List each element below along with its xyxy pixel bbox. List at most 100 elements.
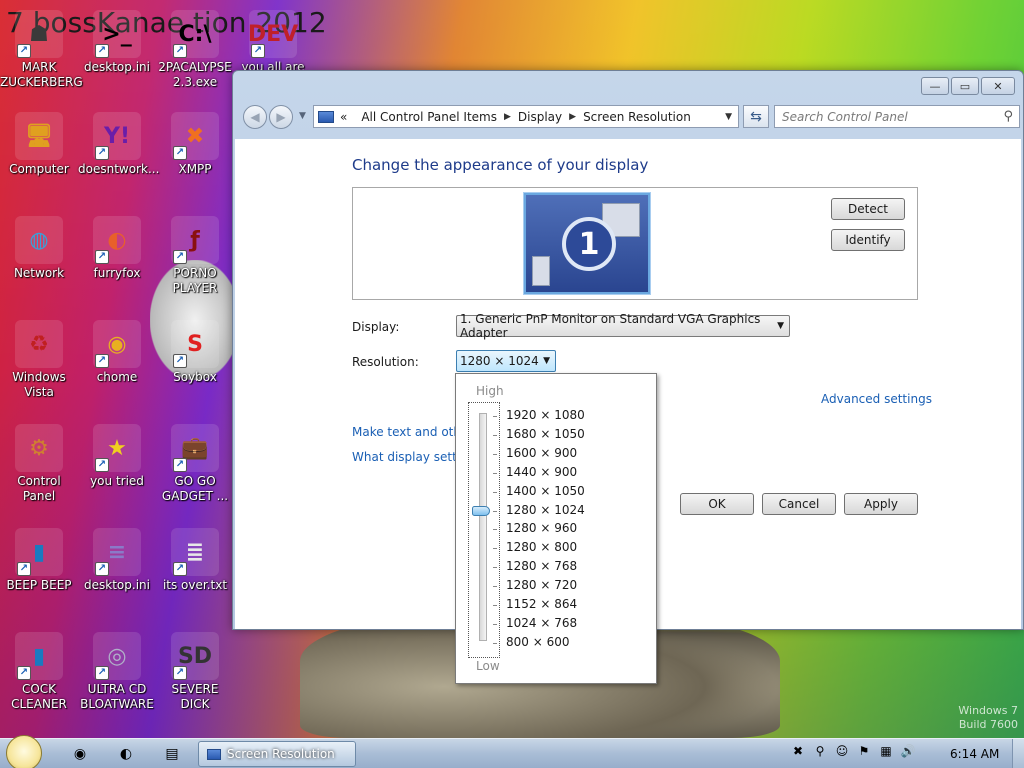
monitor-preview-panel: 1 Detect Identify <box>352 187 918 300</box>
desktop-icon-label: doesntwork... <box>78 162 160 176</box>
chrome-icon[interactable]: ◉ <box>60 743 100 765</box>
desktop-icon[interactable]: 🖥 Computer <box>0 112 78 177</box>
desktop-icon[interactable]: ◍ Network <box>0 216 78 281</box>
file-explorer-icon[interactable]: ▤ <box>152 743 192 765</box>
gold-star-icon: ★ ↗ <box>93 424 141 472</box>
start-button[interactable] <box>6 735 42 768</box>
identify-button[interactable]: Identify <box>831 229 905 251</box>
maximize-button[interactable]: ▭ <box>951 77 979 95</box>
desktop-icon-label: MARK ZUCKERBERG <box>0 60 83 89</box>
resolution-option[interactable]: 1280 × 768 <box>506 559 577 573</box>
desktop-icon[interactable]: >_ ↗ desktop.ini <box>78 10 156 75</box>
desktop-icon[interactable]: DEV ↗ you all are <box>234 10 312 75</box>
resolution-option[interactable]: 1280 × 800 <box>506 540 577 554</box>
resolution-option[interactable]: 1680 × 1050 <box>506 427 585 441</box>
resolution-option[interactable]: 1440 × 900 <box>506 465 577 479</box>
desktop-icon-label: you tried <box>90 474 144 488</box>
desktop-icon[interactable]: ƒ ↗ PORNO PLAYER <box>156 216 234 296</box>
firefox-icon[interactable]: ◐ <box>106 743 146 765</box>
monitor-1-preview[interactable]: 1 <box>524 193 650 294</box>
volume-icon[interactable]: 🔊 <box>900 743 916 759</box>
refresh-button[interactable]: ⇆ <box>743 105 769 128</box>
desktop-icon[interactable]: ◎ ↗ ULTRA CD BLOATWARE <box>78 632 156 712</box>
desktop-icon[interactable]: ≣ ↗ its over.txt <box>156 528 234 593</box>
apply-button[interactable]: Apply <box>844 493 918 515</box>
network-tray-icon[interactable]: ▦ <box>878 743 894 759</box>
display-label: Display: <box>352 320 400 334</box>
resolution-select[interactable]: 1280 × 1024 ▼ <box>456 350 556 372</box>
shortcut-arrow-icon: ↗ <box>173 458 187 472</box>
detect-button[interactable]: Detect <box>831 198 905 220</box>
desktop-icon[interactable]: ≡ ↗ desktop.ini <box>78 528 156 593</box>
yahoo-messenger-icon: Y! ↗ <box>93 112 141 160</box>
resolution-option[interactable]: 1600 × 900 <box>506 446 577 460</box>
minimize-button[interactable]: — <box>921 77 949 95</box>
advanced-settings-link[interactable]: Advanced settings <box>821 392 932 406</box>
cancel-button[interactable]: Cancel <box>762 493 836 515</box>
slider-track[interactable] <box>479 413 487 641</box>
control-panel-icon <box>207 748 221 760</box>
desktop-icon[interactable]: C:\ ↗ 2PACALYPSE 2.3.exe <box>156 10 234 90</box>
desktop-icon[interactable]: Y! ↗ doesntwork... <box>78 112 160 177</box>
shortcut-arrow-icon: ↗ <box>173 666 187 680</box>
breadcrumb-chevron-icon[interactable]: ▶ <box>504 112 511 122</box>
breadcrumb-display[interactable]: Display <box>518 110 562 124</box>
search-input[interactable]: Search Control Panel ⚲ <box>774 105 1020 128</box>
desktop-icon[interactable]: ★ ↗ you tried <box>78 424 156 489</box>
desktop-icon[interactable]: ▮ ↗ COCK CLEANER <box>0 632 78 712</box>
address-dropdown-icon[interactable]: ▼ <box>725 112 732 122</box>
action-center-flag-icon[interactable]: ⚑ <box>856 743 872 759</box>
shortcut-arrow-icon: ↗ <box>95 44 109 58</box>
search-icon[interactable]: ⚲ <box>1003 109 1013 124</box>
page-title: Change the appearance of your display <box>352 156 649 174</box>
desktop-icon[interactable]: ⚙ Control Panel <box>0 424 78 504</box>
breadcrumb-screen-resolution[interactable]: Screen Resolution <box>583 110 691 124</box>
desktop-icon[interactable]: ✖ ↗ XMPP <box>156 112 234 177</box>
back-button[interactable]: ◀ <box>243 105 267 129</box>
recent-pages-dropdown-icon[interactable]: ▼ <box>299 111 306 121</box>
resolution-option[interactable]: 1280 × 960 <box>506 521 577 535</box>
resolution-option[interactable]: 1024 × 768 <box>506 616 577 630</box>
desktop-icon[interactable]: S ↗ Soybox <box>156 320 234 385</box>
resolution-option[interactable]: 1920 × 1080 <box>506 408 585 422</box>
resolution-option[interactable]: 1280 × 1024 <box>506 503 585 517</box>
breadcrumb-chevron-icon[interactable]: ▶ <box>569 112 576 122</box>
desktop-icon-label: Control Panel <box>17 474 61 503</box>
resolution-slider[interactable] <box>468 402 500 658</box>
display-select-value: 1. Generic PnP Monitor on Standard VGA G… <box>460 312 761 340</box>
taskbar-screen-resolution-button[interactable]: Screen Resolution <box>198 741 356 767</box>
breadcrumb-prefix[interactable]: « <box>340 110 347 124</box>
desktop-icon-label: desktop.ini <box>84 578 150 592</box>
forward-button[interactable]: ▶ <box>269 105 293 129</box>
desktop-icon-label: XMPP <box>178 162 212 176</box>
clock[interactable]: 6:14 AM <box>950 747 999 761</box>
slider-thumb[interactable] <box>472 505 490 516</box>
desktop-icon[interactable]: 💼 ↗ GO GO GADGET ... <box>156 424 234 504</box>
desktop-icon[interactable]: ♻ Windows Vista <box>0 320 78 400</box>
resolution-option[interactable]: 1400 × 1050 <box>506 484 585 498</box>
desktop-icon-label: Computer <box>9 162 69 176</box>
xampp-tray-icon[interactable]: ✖ <box>790 743 806 759</box>
blue-book-icon: ▮ ↗ <box>15 632 63 680</box>
resolution-option[interactable]: 1280 × 720 <box>506 578 577 592</box>
close-button[interactable]: ✕ <box>981 77 1015 95</box>
desktop-icon[interactable]: ◐ ↗ furryfox <box>78 216 156 281</box>
resolution-option[interactable]: 800 × 600 <box>506 635 570 649</box>
desktop-icon[interactable]: ◉ ↗ chome <box>78 320 156 385</box>
desktop-icon[interactable]: ▮ ↗ BEEP BEEP <box>0 528 78 593</box>
ok-button[interactable]: OK <box>680 493 754 515</box>
search-tray-icon[interactable]: ⚲ <box>812 743 828 759</box>
back-arrow-icon: ◀ <box>250 110 260 124</box>
cmd-terminal-icon: C:\ ↗ <box>171 10 219 58</box>
breadcrumb-all-control-panel-items[interactable]: All Control Panel Items <box>361 110 497 124</box>
shortcut-arrow-icon: ↗ <box>173 44 187 58</box>
desktop-icon-label: its over.txt <box>162 578 228 592</box>
smiley-tray-icon[interactable]: ☺ <box>834 743 850 759</box>
resolution-option[interactable]: 1152 × 864 <box>506 597 577 611</box>
desktop-icon[interactable]: SD ↗ SEVERE DICK <box>156 632 234 712</box>
navigation-bar: ◀ ▶ ▼ « All Control Panel Items ▶ Displa… <box>241 103 1020 131</box>
address-bar[interactable]: « All Control Panel Items ▶ Display ▶ Sc… <box>313 105 739 128</box>
desktop-icon[interactable]: ☗ ↗ MARK ZUCKERBERG <box>0 10 83 90</box>
show-desktop-button[interactable] <box>1012 739 1024 768</box>
display-select[interactable]: 1. Generic PnP Monitor on Standard VGA G… <box>456 312 790 340</box>
